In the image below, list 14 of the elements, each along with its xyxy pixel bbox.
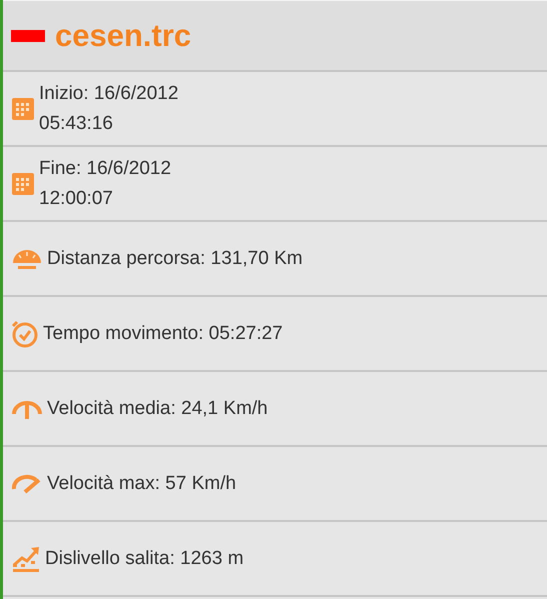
stat-text: Tempo movimento: 05:27:27 — [43, 322, 283, 344]
stopwatch-icon — [11, 320, 39, 348]
track-title: cesen.trc — [55, 18, 192, 54]
stat-text: Distanza percorsa: 131,70 Km — [47, 248, 303, 270]
calendar-icon — [11, 172, 35, 196]
stat-text: Velocità media: 24,1 Km/h — [47, 398, 268, 420]
stat-text: 05:43:16 — [39, 112, 114, 134]
stat-text: Fine: 16/6/2012 — [39, 158, 172, 180]
stat-text: Dislivello salita: 1263 m — [45, 548, 244, 570]
stat-text: Inizio: 16/6/2012 — [39, 82, 178, 104]
elevation-gain-icon — [11, 544, 41, 572]
stat-text: 12:00:07 — [39, 188, 114, 210]
calendar-icon — [11, 96, 35, 120]
stat-text: Velocità max: 57 Km/h — [47, 472, 236, 494]
